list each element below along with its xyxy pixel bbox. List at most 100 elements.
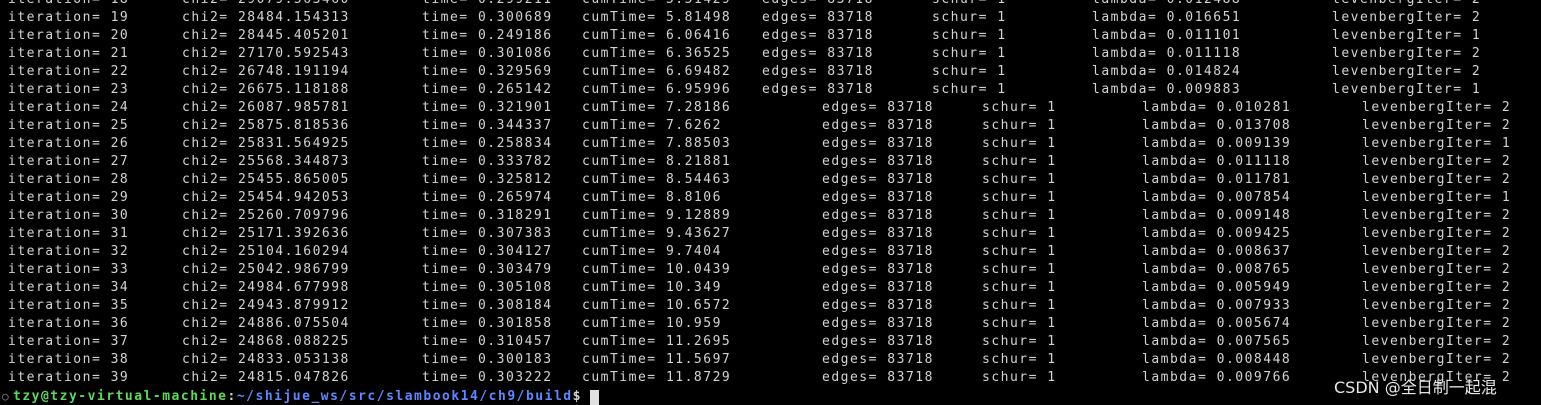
iteration-field: iteration= 37 <box>8 334 130 349</box>
time-field: time= 0.301086 <box>422 46 553 61</box>
time-field: time= 0.249186 <box>422 28 553 43</box>
csdn-watermark: CSDN @全日制一起混 <box>1334 378 1497 397</box>
cumtime-field: cumTime= 6.69482 <box>582 64 732 79</box>
schur-field: schur= 1 <box>932 46 1007 61</box>
terminal-window[interactable]: iteration= 18 chi2= 29079.563460 time= 0.2… <box>0 0 1541 405</box>
edges-field: edges= 83718 <box>822 280 934 295</box>
lambda-field: lambda= 0.005674 <box>1142 316 1292 331</box>
lambda-field: lambda= 0.007854 <box>1142 190 1292 205</box>
schur-field: schur= 1 <box>982 154 1057 169</box>
output-line: iteration= 25 chi2= 25875.818536 time= 0.3… <box>0 117 1541 135</box>
schur-field: schur= 1 <box>932 28 1007 43</box>
lambda-field: lambda= 0.011781 <box>1142 172 1292 187</box>
schur-field: schur= 1 <box>982 190 1057 205</box>
edges-field: edges= 83718 <box>762 82 874 97</box>
lambda-field: lambda= 0.011101 <box>1092 28 1242 43</box>
cumtime-field: cumTime= 11.5697 <box>582 352 732 367</box>
output-line: iteration= 33 chi2= 25042.986799 time= 0.3… <box>0 261 1541 279</box>
schur-field: schur= 1 <box>982 334 1057 349</box>
schur-field: schur= 1 <box>982 316 1057 331</box>
cumtime-field: cumTime= 9.12889 <box>582 208 732 223</box>
output-line: iteration= 24 chi2= 26087.985781 time= 0.3… <box>0 99 1541 117</box>
schur-field: schur= 1 <box>982 262 1057 277</box>
lambda-field: lambda= 0.008765 <box>1142 262 1292 277</box>
lambda-field: lambda= 0.014824 <box>1092 64 1242 79</box>
lambda-field: lambda= 0.009139 <box>1142 136 1292 151</box>
lambda-field: lambda= 0.013708 <box>1142 118 1292 133</box>
cumtime-field: cumTime= 8.54463 <box>582 172 732 187</box>
schur-field: schur= 1 <box>982 136 1057 151</box>
edges-field: edges= 83718 <box>822 262 934 277</box>
chi2-field: chi2= 26748.191194 <box>182 64 350 79</box>
time-field: time= 0.344337 <box>422 118 553 133</box>
chi2-field: chi2= 27170.592543 <box>182 46 350 61</box>
time-field: time= 0.265974 <box>422 190 553 205</box>
cumtime-field: cumTime= 10.0439 <box>582 262 732 277</box>
chi2-field: chi2= 24868.088225 <box>182 334 350 349</box>
levenberg-iter-field: levenbergIter= 2 <box>1362 118 1512 133</box>
shell-prompt[interactable]: ○ tzy@tzy-virtual-machine : ~/shijue_ws/… <box>0 388 1541 405</box>
cumtime-field: cumTime= 6.06416 <box>582 28 732 43</box>
output-line: iteration= 30 chi2= 25260.709796 time= 0.3… <box>0 207 1541 225</box>
iteration-field: iteration= 26 <box>8 136 130 151</box>
lambda-field: lambda= 0.008637 <box>1142 244 1292 259</box>
time-field: time= 0.329569 <box>422 64 553 79</box>
lambda-field: lambda= 0.005949 <box>1142 280 1292 295</box>
levenberg-iter-field: levenbergIter= 2 <box>1362 298 1512 313</box>
levenberg-iter-field: levenbergIter= 2 <box>1362 262 1512 277</box>
edges-field: edges= 83718 <box>822 154 934 169</box>
cumtime-field: cumTime= 6.36525 <box>582 46 732 61</box>
terminal-output: iteration= 18 chi2= 29079.563460 time= 0.2… <box>0 0 1541 387</box>
output-line: iteration= 21 chi2= 27170.592543 time= 0.3… <box>0 45 1541 63</box>
edges-field: edges= 83718 <box>822 298 934 313</box>
output-line: iteration= 26 chi2= 25831.564925 time= 0.2… <box>0 135 1541 153</box>
schur-field: schur= 1 <box>982 100 1057 115</box>
iteration-field: iteration= 23 <box>8 82 130 97</box>
edges-field: edges= 83718 <box>822 208 934 223</box>
lambda-field: lambda= 0.011118 <box>1142 154 1292 169</box>
chi2-field: chi2= 26087.985781 <box>182 100 350 115</box>
schur-field: schur= 1 <box>932 82 1007 97</box>
schur-field: schur= 1 <box>982 298 1057 313</box>
text-cursor[interactable] <box>589 390 599 405</box>
output-line: iteration= 19 chi2= 28484.154313 time= 0.3… <box>0 9 1541 27</box>
iteration-field: iteration= 21 <box>8 46 130 61</box>
output-line: iteration= 31 chi2= 25171.392636 time= 0.3… <box>0 225 1541 243</box>
cumtime-field: cumTime= 7.6262 <box>582 118 722 133</box>
levenberg-iter-field: levenbergIter= 1 <box>1362 136 1512 151</box>
chi2-field: chi2= 24984.677998 <box>182 280 350 295</box>
output-line: iteration= 20 chi2= 28445.405201 time= 0.2… <box>0 27 1541 45</box>
iteration-field: iteration= 30 <box>8 208 130 223</box>
chi2-field: chi2= 25171.392636 <box>182 226 350 241</box>
edges-field: edges= 83718 <box>762 10 874 25</box>
iteration-field: iteration= 31 <box>8 226 130 241</box>
output-line: iteration= 29 chi2= 25454.942053 time= 0.2… <box>0 189 1541 207</box>
chi2-field: chi2= 25104.160294 <box>182 244 350 259</box>
time-field: time= 0.308184 <box>422 298 553 313</box>
levenberg-iter-field: levenbergIter= 2 <box>1362 334 1512 349</box>
schur-field: schur= 1 <box>932 10 1007 25</box>
time-field: time= 0.307383 <box>422 226 553 241</box>
levenberg-iter-field: levenbergIter= 2 <box>1362 154 1512 169</box>
schur-field: schur= 1 <box>982 280 1057 295</box>
chi2-field: chi2= 24815.047826 <box>182 370 350 385</box>
iteration-field: iteration= 36 <box>8 316 130 331</box>
prompt-separator: : <box>227 389 237 404</box>
lambda-field: lambda= 0.010281 <box>1142 100 1292 115</box>
edges-field: edges= 83718 <box>762 64 874 79</box>
lambda-field: lambda= 0.007565 <box>1142 334 1292 349</box>
cumtime-field: cumTime= 7.88503 <box>582 136 732 151</box>
cumtime-field: cumTime= 11.8729 <box>582 370 732 385</box>
prompt-user-host: tzy@tzy-virtual-machine <box>13 389 228 404</box>
schur-field: schur= 1 <box>982 226 1057 241</box>
output-line: iteration= 18 chi2= 29079.563460 time= 0.2… <box>0 0 1541 9</box>
chi2-field: chi2= 25831.564925 <box>182 136 350 151</box>
edges-field: edges= 83718 <box>822 370 934 385</box>
levenberg-iter-field: levenbergIter= 2 <box>1362 244 1512 259</box>
time-field: time= 0.321901 <box>422 100 553 115</box>
chi2-field: chi2= 28484.154313 <box>182 10 350 25</box>
levenberg-iter-field: levenbergIter= 1 <box>1332 28 1482 43</box>
iteration-field: iteration= 22 <box>8 64 130 79</box>
levenberg-iter-field: levenbergIter= 2 <box>1362 352 1512 367</box>
iteration-field: iteration= 28 <box>8 172 130 187</box>
